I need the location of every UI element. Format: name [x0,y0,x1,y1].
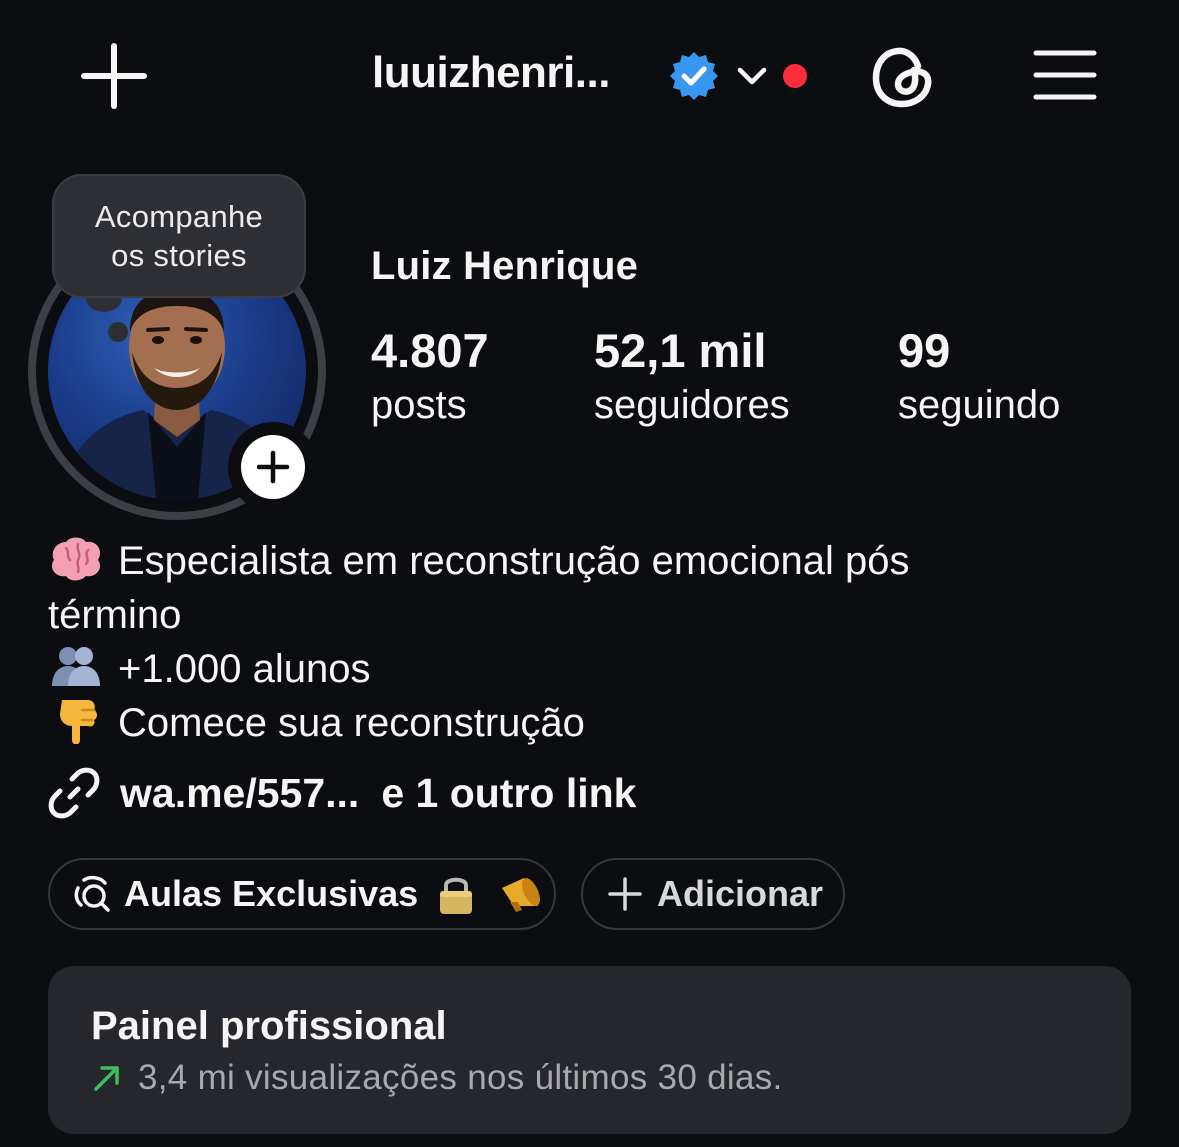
highlight-add-button[interactable]: Adicionar [581,858,845,930]
panel-subtitle: 3,4 mi visualizações nos últimos 30 dias… [92,1058,783,1098]
link-icon [48,767,100,819]
plus-icon [81,43,147,109]
bio-line-2: +1.000 alunos [48,642,370,696]
create-button[interactable] [80,42,148,110]
add-story-button[interactable] [228,422,318,512]
panel-subtitle-text: 3,4 mi visualizações nos últimos 30 dias… [138,1058,783,1097]
stat-following-label: seguindo [898,383,1061,427]
bio-line-1: Especialista em reconstrução emocional p… [48,534,910,588]
threads-icon[interactable] [868,42,938,112]
stories-tooltip[interactable]: Acompanhe os stories [52,174,306,298]
pointing-down-icon [60,700,97,744]
link-more[interactable]: e 1 outro link [381,770,636,817]
stat-followers[interactable]: 52,1 mil seguidores [594,323,790,431]
stat-following[interactable]: 99 seguindo [898,323,1060,431]
username-title[interactable]: luuizhenri... [372,48,610,98]
account-switcher-chevron-icon[interactable] [734,60,770,92]
notification-dot [783,64,807,88]
highlight-label: Aulas Exclusivas [124,873,419,914]
plus-icon [608,877,642,911]
bio-link[interactable]: wa.me/557... e 1 outro link [48,764,636,822]
tooltip-line-2: os stories [111,238,247,273]
highlight-aulas-exclusivas[interactable]: Aulas Exclusivas [48,858,556,930]
trend-up-arrow-icon [94,1066,119,1091]
tooltip-tail-dot [108,322,128,342]
highlight-add-label: Adicionar [657,873,824,914]
stat-followers-value: 52,1 mil [594,324,767,377]
bio-text-2: +1.000 alunos [118,647,371,691]
stat-posts[interactable]: 4.807 posts [371,323,489,431]
link-primary[interactable]: wa.me/557... [120,770,359,817]
bio-text-1: Especialista em reconstrução emocional p… [118,539,910,583]
verified-badge-icon [668,50,720,102]
bio-text-3: Comece sua reconstrução [118,701,585,745]
bio-line-3: Comece sua reconstrução [48,696,585,750]
megaphone-icon [502,878,541,912]
stat-following-value: 99 [898,324,951,377]
people-icon [52,647,100,686]
professional-dashboard-card[interactable]: Painel profissional 3,4 mi visualizações… [48,966,1131,1134]
highlight-search-icon [74,875,110,912]
lock-icon [440,877,473,914]
plus-icon [256,450,290,484]
tooltip-line-1: Acompanhe [94,199,264,234]
stat-posts-value: 4.807 [371,324,489,377]
stat-followers-label: seguidores [594,383,790,427]
stat-posts-label: posts [371,383,467,427]
panel-title: Painel profissional [91,1004,447,1048]
bio-line-1b: término [48,593,182,637]
profile-full-name: Luiz Henrique [371,244,639,288]
brain-icon [51,537,101,581]
menu-hamburger-icon[interactable] [1033,48,1097,102]
